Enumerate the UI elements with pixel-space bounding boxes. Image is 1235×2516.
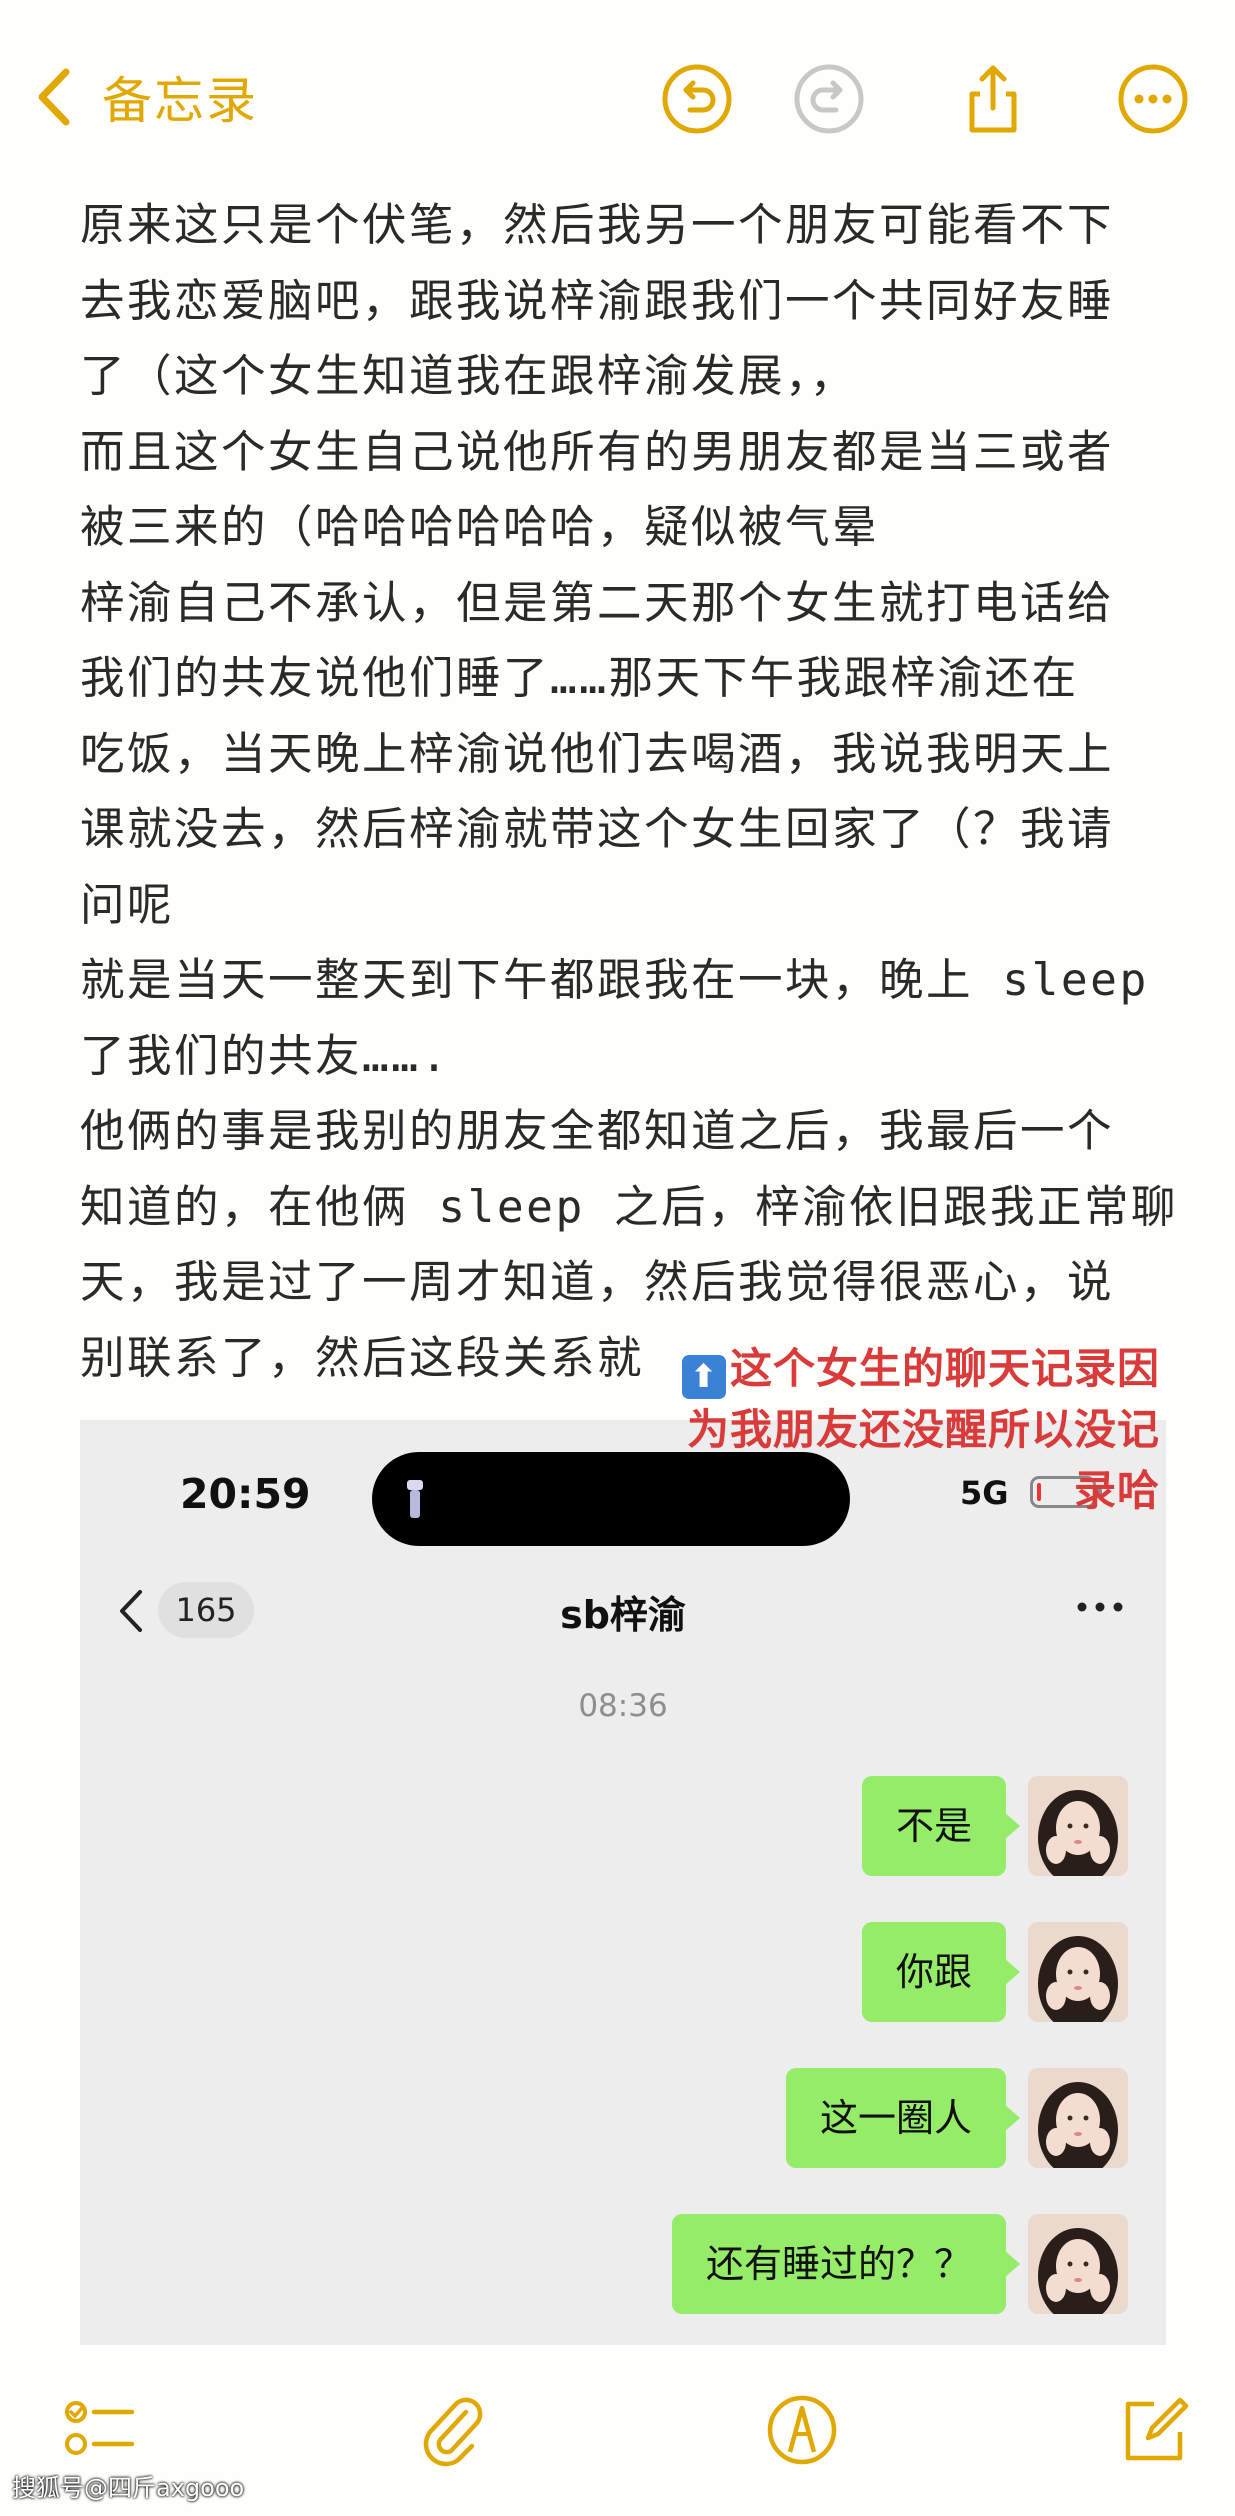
back-button[interactable]: 备忘录 bbox=[34, 62, 258, 132]
note-line: 吃饭，当天晚上梓渝说他们去喝酒，我说我明天上 bbox=[80, 728, 1115, 780]
up-arrow-icon: ⬆ bbox=[681, 1355, 726, 1399]
share-icon bbox=[969, 65, 1017, 133]
chat-title: sb梓渝 bbox=[560, 1593, 686, 1637]
undo-button[interactable] bbox=[660, 62, 734, 136]
note-line: 就是当天一整天到下午都跟我在一块，晚上 sleep bbox=[80, 955, 1149, 1006]
paperclip-icon bbox=[423, 2397, 483, 2467]
note-line: 课就没去，然后梓渝就带这个女生回家了（？我请 bbox=[80, 804, 1115, 855]
note-body[interactable]: 原来这只是个伏笔，然后我另一个朋友可能看不下 去我恋爱脑吧，跟我说梓渝跟我们一个… bbox=[80, 188, 1176, 1396]
note-line: 被三来的（哈哈哈哈哈哈，疑似被气晕 bbox=[80, 502, 880, 553]
compose-button[interactable] bbox=[1114, 2390, 1194, 2470]
avatar[interactable] bbox=[1028, 1776, 1128, 1876]
markup-button[interactable] bbox=[762, 2390, 842, 2470]
note-line: 梓渝自己不承认，但是第二天那个女生就打电话给 bbox=[80, 577, 1115, 629]
message-bubble[interactable]: 还有睡过的？？ bbox=[671, 2214, 1021, 2314]
note-line: 去我恋爱脑吧，跟我说梓渝跟我们一个共同好友睡 bbox=[80, 275, 1115, 327]
checklist-icon bbox=[65, 2401, 135, 2455]
watermark: 搜狐号@四斤axgooo bbox=[12, 2474, 245, 2502]
ellipsis-circle-icon bbox=[1118, 64, 1188, 134]
note-line: 天，我是过了一周才知道，然后我觉得很恶心，说 bbox=[80, 1257, 1115, 1308]
annotation-line: 录哈 bbox=[1073, 1466, 1160, 1515]
annotation-line: 为我朋友还没醒所以没记 bbox=[686, 1405, 1160, 1454]
checklist-button[interactable] bbox=[60, 2390, 140, 2470]
note-line: 了我们的共友……. bbox=[80, 1030, 450, 1082]
attachment-button[interactable] bbox=[410, 2390, 490, 2470]
message-bubble[interactable]: 你跟 bbox=[861, 1922, 1021, 2022]
pen-circle-icon bbox=[767, 2395, 837, 2465]
redo-button[interactable] bbox=[792, 62, 866, 136]
note-line: 问呢 bbox=[80, 879, 175, 931]
more-dots-icon[interactable] bbox=[1070, 1582, 1130, 1632]
message-bubble[interactable]: 这一圈人 bbox=[785, 2068, 1021, 2168]
note-line: 他俩的事是我别的朋友全都知道之后，我最后一个 bbox=[80, 1106, 1115, 1157]
note-line: 知道的，在他俩 sleep 之后，梓渝依旧跟我正常聊 bbox=[80, 1181, 1179, 1233]
status-time: 20:59 bbox=[180, 1470, 311, 1518]
note-line: 而且这个女生自己说他所有的男朋友都是当三或者 bbox=[80, 426, 1115, 478]
compose-icon bbox=[1125, 2397, 1189, 2461]
flashlight-icon bbox=[407, 1480, 423, 1518]
note-line: 别联系了，然后这段关系就 bbox=[80, 1332, 645, 1384]
note-line: 原来这只是个伏笔，然后我另一个朋友可能看不下 bbox=[80, 200, 1115, 251]
undo-icon bbox=[662, 64, 732, 134]
share-button[interactable] bbox=[956, 62, 1030, 136]
avatar[interactable] bbox=[1028, 1922, 1128, 2022]
annotation-overlay: ⬆ 这个女生的聊天记录因 为我朋友还没醒所以没记 录哈 bbox=[660, 1338, 1160, 1521]
avatar[interactable] bbox=[1028, 2068, 1128, 2168]
note-line: 了（这个女生知道我在跟梓渝发展，， bbox=[80, 351, 857, 402]
message-bubble[interactable]: 不是 bbox=[861, 1776, 1021, 1876]
embedded-chat-screenshot: 20:59 5G 165 sb梓渝 08:36 不是 你跟 这一圈人 还有睡过的… bbox=[80, 1420, 1166, 2345]
more-options-button[interactable] bbox=[1116, 62, 1190, 136]
message-timestamp: 08:36 bbox=[578, 1688, 668, 1724]
redo-icon bbox=[794, 64, 864, 134]
annotation-line: 这个女生的聊天记录因 bbox=[729, 1344, 1160, 1393]
note-line: 我们的共友说他们睡了……那天下午我跟梓渝还在 bbox=[80, 653, 1079, 704]
back-label: 备忘录 bbox=[102, 72, 258, 130]
chevron-left-icon bbox=[38, 68, 70, 126]
avatar[interactable] bbox=[1028, 2214, 1128, 2314]
top-toolbar: 备忘录 bbox=[0, 0, 1235, 200]
